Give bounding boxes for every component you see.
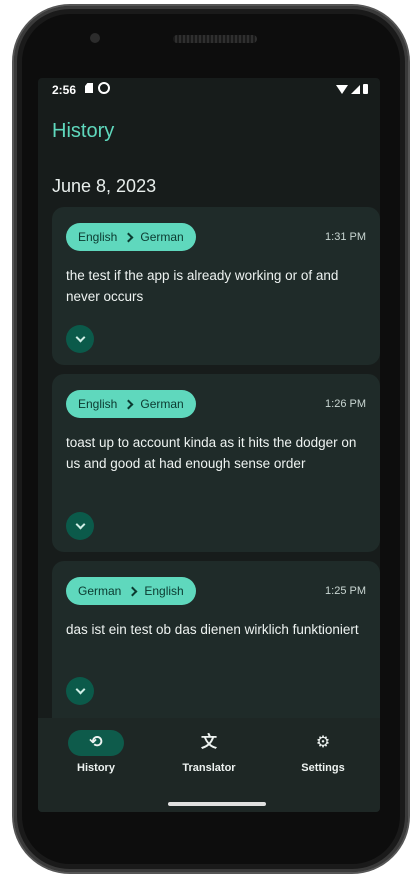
card-timestamp: 1:31 PM [325, 231, 366, 243]
bottom-navigation: ⟲ History 文 Translator ⚙ Settings [38, 718, 380, 812]
target-language: German [140, 230, 184, 244]
translate-icon: 文 [200, 734, 217, 751]
battery-icon [363, 84, 368, 94]
page-title: History [52, 120, 115, 142]
signal-icon [351, 84, 360, 94]
expand-button[interactable] [66, 512, 94, 540]
source-language: German [78, 584, 122, 598]
chevron-right-icon [123, 399, 134, 409]
card-timestamp: 1:26 PM [325, 398, 366, 410]
history-card[interactable]: English German 1:26 PM toast up to accou… [52, 374, 380, 552]
language-pair-chip: English German [66, 390, 196, 418]
gear-icon: ⚙ [315, 734, 331, 751]
front-camera [90, 33, 100, 43]
nav-pill: 文 [181, 730, 237, 756]
history-icon: ⟲ [89, 734, 103, 751]
chevron-right-icon [123, 232, 134, 242]
nav-item-history[interactable]: ⟲ History [46, 730, 146, 774]
card-source-text: das ist ein test ob das dienen wirklich … [66, 622, 359, 637]
nav-item-translator[interactable]: 文 Translator [159, 730, 259, 775]
chevron-right-icon [127, 586, 138, 596]
nav-pill-active: ⟲ [68, 730, 124, 756]
status-indicators [336, 84, 368, 94]
expand-button[interactable] [66, 677, 94, 705]
chevron-down-icon [75, 332, 85, 343]
sd-card-icon [85, 83, 93, 93]
nav-label: Translator [182, 762, 236, 774]
nav-label: Settings [301, 762, 345, 774]
home-indicator[interactable] [168, 802, 266, 806]
nav-item-settings[interactable]: ⚙ Settings [273, 730, 373, 775]
expand-button[interactable] [66, 325, 94, 353]
date-group-header: June 8, 2023 [52, 176, 157, 196]
history-card[interactable]: German English 1:25 PM das ist ein test … [52, 561, 380, 731]
target-language: English [144, 584, 184, 598]
history-card[interactable]: English German 1:31 PM the test if the a… [52, 207, 380, 365]
vpn-icon [98, 82, 110, 94]
status-time: 2:56 [52, 83, 77, 97]
chevron-down-icon [75, 684, 85, 695]
nav-label: History [77, 762, 115, 774]
language-pair-chip: German English [66, 577, 196, 605]
app-screen: 2:56 History June 8, 2023 English German… [38, 78, 380, 812]
wifi-icon [336, 84, 348, 94]
status-bar: 2:56 [38, 78, 380, 102]
card-source-text: the test if the app is already working o… [66, 268, 339, 304]
source-language: English [78, 397, 118, 411]
card-source-text: toast up to account kinda as it hits the… [66, 435, 357, 471]
language-pair-chip: English German [66, 223, 196, 251]
source-language: English [78, 230, 118, 244]
chevron-down-icon [75, 519, 85, 530]
earpiece-speaker [173, 35, 257, 43]
target-language: German [140, 397, 184, 411]
nav-pill: ⚙ [295, 730, 351, 756]
card-timestamp: 1:25 PM [325, 585, 366, 597]
